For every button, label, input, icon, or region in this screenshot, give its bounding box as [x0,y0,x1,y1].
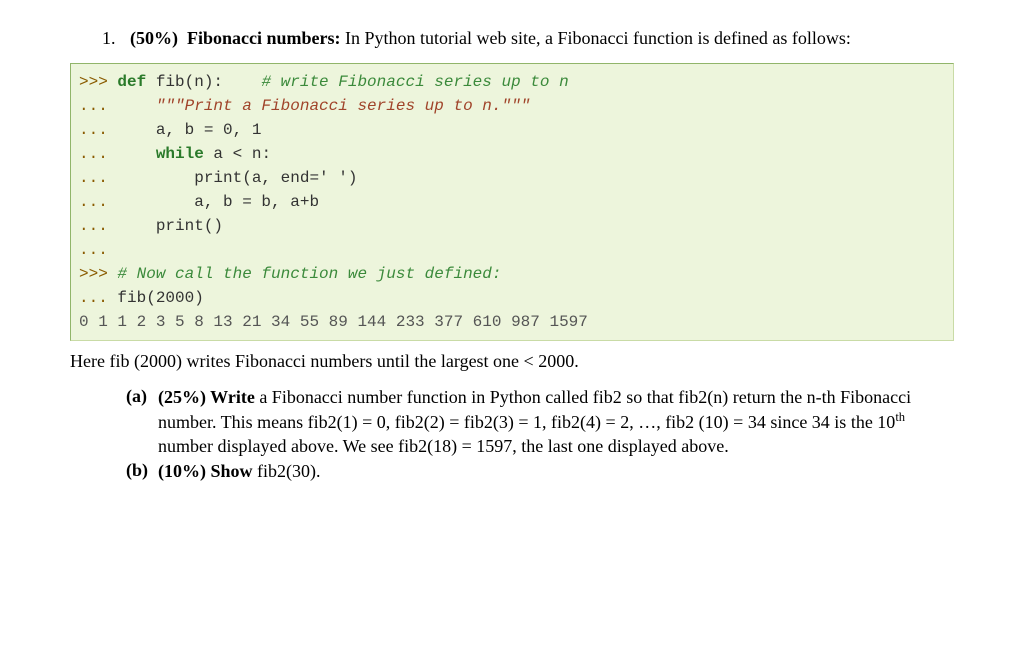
code-comment: # Now call the function we just defined: [117,265,501,283]
code-docstring: """Print a Fibonacci series up to n.""" [156,97,530,115]
subquestion-a-label: (a) [126,386,158,407]
code-text: a, b = b, a+b [194,193,319,211]
prompt-primary: >>> [79,265,117,283]
code-text: fib(n): [146,73,261,91]
prompt-continuation: ... [79,289,117,307]
prompt-continuation: ... [79,241,117,259]
keyword-while: while [156,145,204,163]
code-text: fib(2000) [117,289,203,307]
code-text: print(a, end=' ') [194,169,357,187]
code-text: a, b = 0, 1 [156,121,262,139]
prompt-continuation: ... [79,217,117,235]
subquestion-a: (a) (25%) Write a Fibonacci number funct… [126,386,954,458]
subquestion-b: (b) (10%) Show fib2(30). [126,460,954,483]
prompt-continuation: ... [79,145,117,163]
question-intro-text: In Python tutorial web site, a Fibonacci… [341,28,851,48]
explanation-text: Here fib (2000) writes Fibonacci numbers… [70,351,954,372]
question-title: Fibonacci numbers: [187,28,341,48]
question-weight: (50%) [130,28,178,48]
code-comment: # write Fibonacci series up to n [261,73,568,91]
subquestion-b-text: fib2(30). [253,461,321,481]
code-block: >>> def fib(n): # write Fibonacci series… [70,63,954,341]
ordinal-sup: th [895,410,905,424]
keyword-def: def [117,73,146,91]
question-header: 1. (50%) Fibonacci numbers: In Python tu… [102,28,954,49]
code-output: 0 1 1 2 3 5 8 13 21 34 55 89 144 233 377… [79,313,588,331]
subquestion-a-weight: (25%) Write [158,387,255,407]
code-text: print() [156,217,223,235]
subquestion-list: (a) (25%) Write a Fibonacci number funct… [126,386,954,484]
prompt-primary: >>> [79,73,117,91]
question-intro: (50%) Fibonacci numbers: In Python tutor… [130,28,954,49]
subquestion-a-text2: number displayed above. We see fib2(18) … [158,436,729,456]
subquestion-b-label: (b) [126,460,158,481]
prompt-continuation: ... [79,97,117,115]
code-text: a < n: [204,145,271,163]
prompt-continuation: ... [79,121,117,139]
document-page: 1. (50%) Fibonacci numbers: In Python tu… [0,0,1024,484]
subquestion-a-body: (25%) Write a Fibonacci number function … [158,386,954,458]
subquestion-b-body: (10%) Show fib2(30). [158,460,954,483]
prompt-continuation: ... [79,169,117,187]
subquestion-a-text1: a Fibonacci number function in Python ca… [158,387,911,432]
question-number: 1. [102,28,130,49]
prompt-continuation: ... [79,193,117,211]
subquestion-b-weight: (10%) Show [158,461,253,481]
